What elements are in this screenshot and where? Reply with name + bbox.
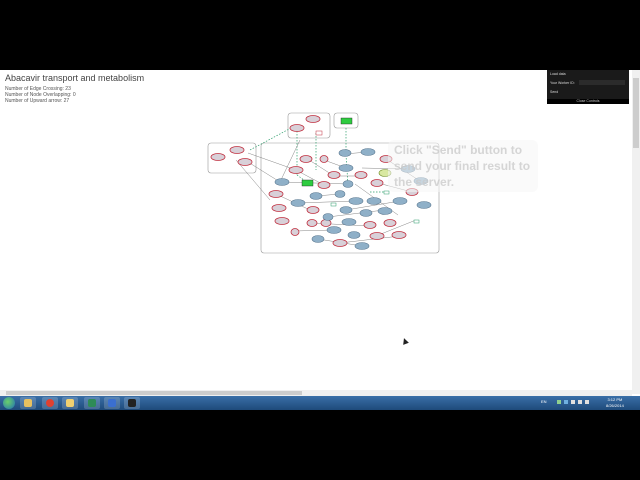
close-controls-button[interactable]: Close Controls bbox=[547, 99, 629, 104]
vertical-scrollbar[interactable] bbox=[632, 70, 640, 394]
metabolite-node[interactable] bbox=[289, 124, 305, 132]
reaction-node-green[interactable] bbox=[340, 117, 353, 125]
taskbar-folder-icon[interactable] bbox=[62, 397, 78, 409]
metabolite-node[interactable] bbox=[274, 217, 290, 225]
taskbar-explorer-icon[interactable] bbox=[20, 397, 36, 409]
send-button[interactable]: Send bbox=[550, 90, 558, 94]
metabolite-node[interactable] bbox=[306, 219, 318, 227]
enzyme-node[interactable] bbox=[311, 235, 325, 243]
enzyme-node[interactable] bbox=[338, 164, 354, 172]
metabolite-node[interactable] bbox=[306, 206, 320, 214]
system-tray-icons[interactable] bbox=[555, 400, 595, 405]
metabolite-node[interactable] bbox=[383, 219, 397, 227]
metabolite-node[interactable] bbox=[369, 232, 385, 240]
metabolite-node[interactable] bbox=[290, 228, 300, 236]
send-hint-overlay: Click "Send" button to send your final r… bbox=[388, 140, 538, 192]
metabolite-node[interactable] bbox=[305, 115, 321, 123]
control-panel: Load data Your Worker ID: Send Close Con… bbox=[547, 70, 629, 104]
taskbar-word-icon[interactable] bbox=[104, 397, 120, 409]
metabolite-node[interactable] bbox=[391, 231, 407, 239]
enzyme-node[interactable] bbox=[360, 148, 376, 156]
worker-id-input[interactable] bbox=[579, 80, 625, 85]
enzyme-node[interactable] bbox=[341, 218, 357, 226]
enzyme-node[interactable] bbox=[274, 178, 290, 186]
metabolite-node[interactable] bbox=[271, 204, 287, 212]
pathway-graph[interactable] bbox=[0, 70, 640, 410]
clock-date: 8/26/2014 bbox=[606, 403, 624, 408]
enzyme-node[interactable] bbox=[322, 213, 334, 221]
enzyme-node[interactable] bbox=[347, 231, 361, 239]
metabolite-node[interactable] bbox=[319, 155, 329, 163]
load-data-button[interactable]: Load data bbox=[550, 72, 566, 76]
taskbar-excel-icon[interactable] bbox=[84, 397, 100, 409]
metabolite-node[interactable] bbox=[332, 239, 348, 247]
system-clock[interactable]: 3:12 PM 8/26/2014 bbox=[606, 397, 624, 409]
start-button[interactable] bbox=[3, 397, 15, 409]
metabolite-node[interactable] bbox=[317, 181, 331, 189]
reaction-node[interactable] bbox=[413, 219, 420, 224]
vertical-scroll-thumb[interactable] bbox=[633, 78, 639, 148]
enzyme-node[interactable] bbox=[339, 206, 353, 214]
metabolite-node[interactable] bbox=[210, 153, 226, 161]
metabolite-node[interactable] bbox=[370, 179, 384, 187]
metabolite-node[interactable] bbox=[363, 221, 377, 229]
enzyme-node[interactable] bbox=[377, 207, 393, 215]
enzyme-node[interactable] bbox=[290, 199, 306, 207]
metabolite-node[interactable] bbox=[327, 171, 341, 179]
enzyme-node[interactable] bbox=[348, 197, 364, 205]
enzyme-node[interactable] bbox=[334, 190, 346, 198]
browser-viewport: Abacavir transport and metabolism Number… bbox=[0, 70, 640, 410]
enzyme-node[interactable] bbox=[309, 192, 323, 200]
enzyme-node[interactable] bbox=[326, 226, 342, 234]
reaction-node[interactable] bbox=[383, 190, 390, 195]
enzyme-node[interactable] bbox=[342, 180, 354, 188]
metabolite-node[interactable] bbox=[229, 146, 245, 154]
enzyme-node[interactable] bbox=[359, 209, 373, 217]
horizontal-scroll-thumb[interactable] bbox=[6, 391, 302, 395]
reaction-node[interactable] bbox=[330, 202, 337, 207]
taskbar: EN 3:12 PM 8/26/2014 bbox=[0, 396, 640, 410]
metabolite-node[interactable] bbox=[299, 155, 313, 163]
enzyme-node[interactable] bbox=[338, 149, 352, 157]
metabolite-node[interactable] bbox=[354, 171, 368, 179]
reaction-node-green[interactable] bbox=[301, 179, 314, 187]
enzyme-node[interactable] bbox=[354, 242, 370, 250]
enzyme-node[interactable] bbox=[366, 197, 382, 205]
reaction-node[interactable] bbox=[315, 130, 323, 136]
enzyme-node[interactable] bbox=[416, 201, 432, 209]
metabolite-node[interactable] bbox=[268, 190, 284, 198]
language-indicator[interactable]: EN bbox=[541, 399, 547, 404]
metabolite-node[interactable] bbox=[288, 166, 304, 174]
taskbar-terminal-icon[interactable] bbox=[124, 397, 140, 409]
worker-id-label: Your Worker ID: bbox=[550, 81, 575, 85]
enzyme-node[interactable] bbox=[392, 197, 408, 205]
taskbar-chrome-icon[interactable] bbox=[42, 397, 58, 409]
metabolite-node[interactable] bbox=[237, 158, 253, 166]
